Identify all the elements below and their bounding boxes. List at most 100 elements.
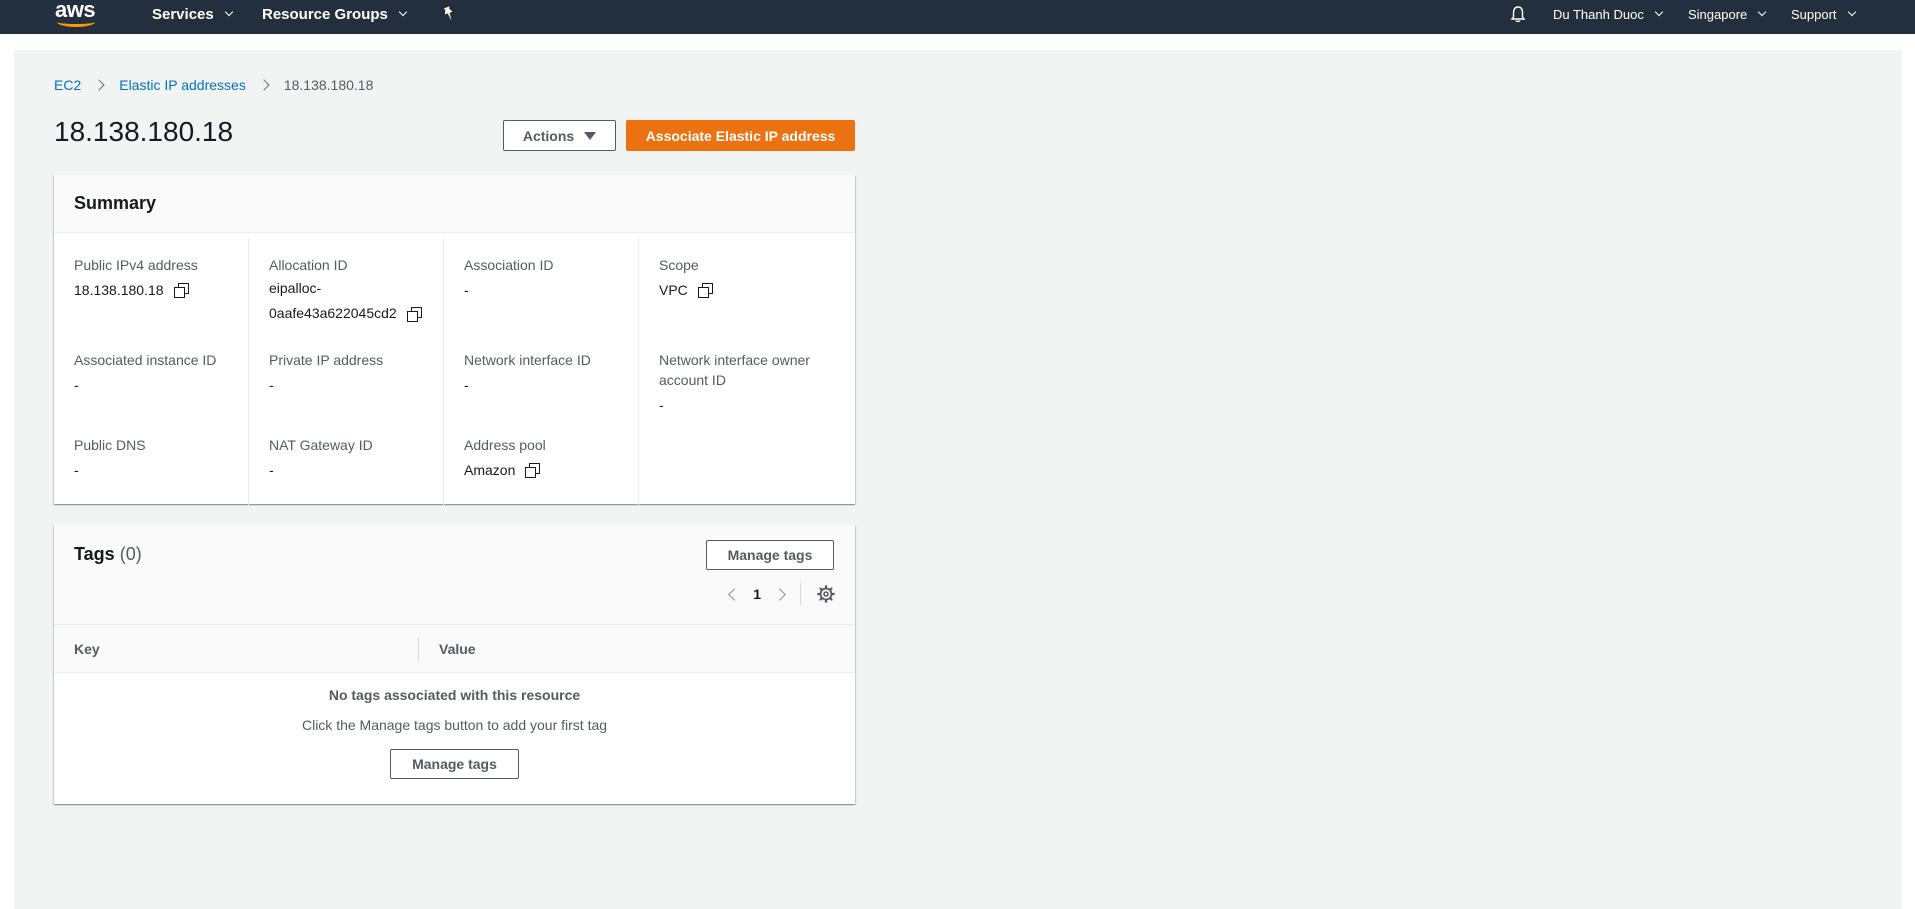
divider	[800, 583, 801, 605]
network-interface-owner-field: Network interface owner account ID -	[659, 333, 814, 418]
manage-tags-empty-button[interactable]: Manage tags	[390, 749, 519, 779]
copy-icon[interactable]	[173, 283, 189, 298]
allocation-id-value-line-2-row: 0aafe43a622045cd2	[269, 301, 423, 326]
breadcrumb: EC2 Elastic IP addresses 18.138.180.18	[54, 77, 373, 93]
resource-groups-label: Resource Groups	[262, 5, 388, 23]
chevron-down-icon	[398, 7, 408, 17]
manage-tags-empty-label: Manage tags	[412, 756, 497, 772]
associate-eip-label: Associate Elastic IP address	[645, 127, 836, 144]
chevron-down-icon	[1654, 7, 1664, 17]
breadcrumb-elastic-ips[interactable]: Elastic IP addresses	[119, 77, 246, 93]
nat-gateway-label: NAT Gateway ID	[269, 437, 373, 453]
public-dns-field: Public DNS -	[74, 418, 228, 505]
summary-header: Summary	[54, 175, 855, 233]
private-ip-label: Private IP address	[269, 352, 384, 368]
copy-icon[interactable]	[525, 463, 541, 478]
summary-column-1: Public IPv4 address 18.138.180.18 Associ…	[54, 238, 249, 505]
pagination: 1	[728, 583, 835, 605]
caret-down-icon	[584, 131, 597, 140]
scope-field: Scope VPC	[659, 238, 814, 333]
region-label: Singapore	[1688, 6, 1748, 22]
summary-column-4: Scope VPC Network interface owner accoun…	[639, 238, 834, 505]
address-pool-label: Address pool	[464, 437, 546, 453]
public-ipv4-value-row: 18.138.180.18	[74, 280, 228, 300]
pin-icon[interactable]	[441, 6, 457, 22]
allocation-id-field: Allocation ID eipalloc- 0aafe43a622045cd…	[269, 238, 423, 333]
user-menu[interactable]: Du Thanh Duoc	[1553, 0, 1664, 28]
allocation-id-value-line-1: eipalloc-	[269, 280, 322, 296]
public-dns-label: Public DNS	[74, 437, 146, 453]
chevron-down-icon	[1847, 7, 1856, 17]
empty-hint: Click the Manage tags button to add your…	[301, 717, 608, 733]
scope-value-row: VPC	[659, 280, 814, 300]
tags-empty-state: No tags associated with this resource Cl…	[54, 673, 855, 803]
association-id-label: Association ID	[464, 257, 554, 273]
allocation-id-label: Allocation ID	[269, 257, 348, 273]
empty-title: No tags associated with this resource	[328, 687, 581, 703]
aws-smile-icon	[57, 17, 95, 27]
address-pool-value: Amazon	[464, 462, 516, 478]
breadcrumb-ec2[interactable]: EC2	[54, 77, 81, 93]
breadcrumb-current: 18.138.180.18	[283, 77, 374, 93]
empty-cell	[659, 418, 814, 505]
address-pool-value-row: Amazon	[464, 460, 618, 480]
copy-icon[interactable]	[406, 306, 422, 322]
region-menu[interactable]: Singapore	[1688, 0, 1767, 28]
tags-title-row: Tags (0)	[74, 544, 142, 565]
address-pool-field: Address pool Amazon	[464, 418, 618, 505]
support-menu[interactable]: Support	[1791, 0, 1856, 28]
public-dns-value: -	[74, 462, 79, 478]
associated-instance-label: Associated instance ID	[74, 352, 217, 368]
scope-value: VPC	[659, 282, 688, 298]
network-interface-owner-value: -	[659, 397, 664, 413]
public-ipv4-label: Public IPv4 address	[74, 257, 198, 273]
services-menu[interactable]: Services	[152, 0, 233, 28]
page-number[interactable]: 1	[753, 586, 761, 602]
services-label: Services	[152, 5, 214, 23]
actions-button[interactable]: Actions	[503, 120, 616, 151]
scope-label: Scope	[659, 257, 699, 273]
support-label: Support	[1791, 6, 1837, 22]
chevron-right-icon[interactable]	[773, 587, 786, 601]
allocation-id-value-row: eipalloc- 0aafe43a622045cd2	[269, 276, 423, 326]
association-id-value: -	[464, 282, 469, 298]
copy-icon[interactable]	[697, 283, 713, 298]
public-ipv4-value: 18.138.180.18	[74, 282, 164, 298]
tags-title: Tags	[74, 544, 115, 564]
actions-label: Actions	[522, 127, 575, 144]
summary-panel: Summary Public IPv4 address 18.138.180.1…	[54, 175, 855, 505]
summary-column-3: Association ID - Network interface ID - …	[444, 238, 639, 505]
page-title: 18.138.180.18	[54, 116, 234, 147]
network-interface-label: Network interface ID	[464, 352, 591, 368]
summary-grid: Public IPv4 address 18.138.180.18 Associ…	[54, 238, 855, 505]
tags-header: Tags (0) Manage tags 1	[54, 525, 855, 625]
user-name: Du Thanh Duoc	[1553, 6, 1644, 22]
chevron-down-icon	[1758, 7, 1767, 17]
allocation-id-value-line-2: 0aafe43a622045cd2	[269, 305, 397, 321]
resource-groups-menu[interactable]: Resource Groups	[262, 0, 408, 28]
network-interface-owner-label: Network interface owner account ID	[659, 352, 810, 388]
associated-instance-value: -	[74, 377, 79, 393]
chevron-left-icon[interactable]	[728, 587, 742, 601]
manage-tags-button[interactable]: Manage tags	[706, 540, 834, 570]
associated-instance-field: Associated instance ID -	[74, 333, 228, 418]
tags-table-header: Key Value	[54, 625, 855, 673]
private-ip-field: Private IP address -	[269, 333, 423, 418]
network-interface-value: -	[464, 377, 469, 393]
nat-gateway-value: -	[269, 462, 274, 478]
chevron-right-icon	[93, 79, 105, 91]
column-header-value[interactable]: Value	[419, 641, 476, 657]
gear-icon[interactable]	[817, 585, 835, 603]
network-interface-field: Network interface ID -	[464, 333, 618, 418]
bell-icon[interactable]	[1509, 5, 1527, 23]
top-navigation: aws Services Resource Groups Du Thanh Du…	[0, 0, 1915, 34]
nat-gateway-field: NAT Gateway ID -	[269, 418, 423, 505]
column-header-key[interactable]: Key	[54, 636, 419, 661]
summary-title: Summary	[74, 193, 157, 213]
aws-logo[interactable]: aws	[55, 0, 99, 30]
manage-tags-label: Manage tags	[727, 547, 813, 563]
chevron-down-icon	[224, 7, 233, 17]
association-id-field: Association ID -	[464, 238, 618, 333]
associate-eip-button[interactable]: Associate Elastic IP address	[626, 120, 855, 151]
tags-count: (0)	[119, 544, 142, 564]
